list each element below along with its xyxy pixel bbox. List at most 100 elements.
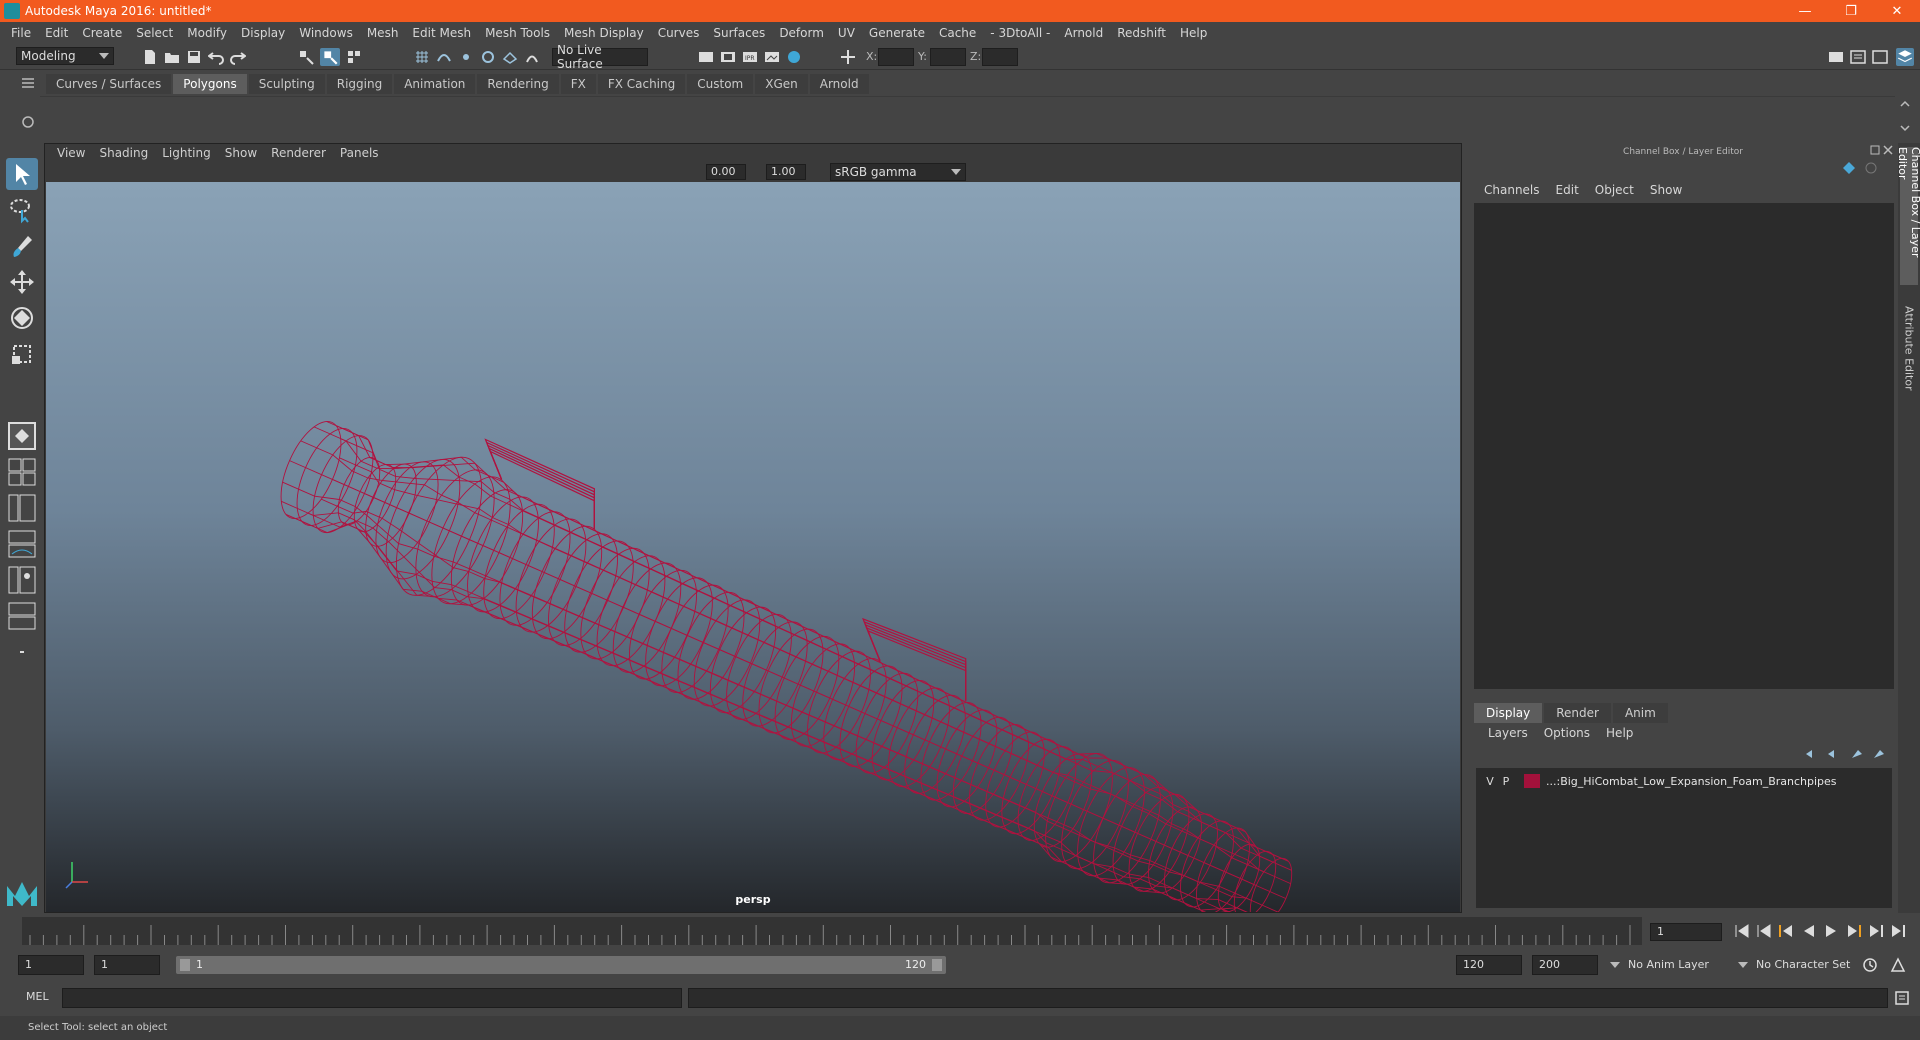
animation-preferences-icon[interactable] bbox=[1890, 957, 1906, 973]
select-by-component-icon[interactable] bbox=[346, 49, 362, 65]
checker-icon[interactable] bbox=[850, 103, 876, 129]
menuset-dropdown[interactable]: Modeling bbox=[16, 47, 114, 65]
range-start-handle[interactable] bbox=[180, 959, 190, 971]
render-view-icon[interactable] bbox=[764, 49, 780, 65]
channel-box-menu-object[interactable]: Object bbox=[1587, 183, 1642, 197]
current-frame-field[interactable]: 1 bbox=[1650, 923, 1722, 941]
select-tool-button[interactable] bbox=[6, 158, 38, 190]
viewport-menu-show[interactable]: Show bbox=[218, 146, 264, 160]
grease-pencil-icon[interactable] bbox=[118, 165, 132, 179]
mel-label[interactable]: MEL bbox=[26, 990, 49, 1003]
snap-to-curve-icon[interactable] bbox=[436, 49, 452, 65]
cylindrical-mapping-icon[interactable] bbox=[930, 103, 956, 129]
live-surface-field[interactable]: No Live Surface bbox=[552, 43, 648, 71]
open-scene-icon[interactable] bbox=[164, 49, 180, 65]
multi-cut-icon[interactable] bbox=[562, 103, 588, 129]
layout-options-button[interactable] bbox=[6, 636, 38, 668]
hypershade-icon[interactable] bbox=[786, 49, 802, 65]
shelf-tab-arnold[interactable]: Arnold bbox=[809, 74, 869, 94]
cut-uv-icon[interactable] bbox=[1110, 103, 1136, 129]
render-settings-icon[interactable] bbox=[698, 49, 714, 65]
shelf-tab-polygons[interactable]: Polygons bbox=[173, 74, 247, 94]
shelf-tab-curves-surfaces[interactable]: Curves / Surfaces bbox=[46, 74, 172, 94]
z-coordinate-field[interactable] bbox=[982, 48, 1018, 66]
shelf-menu-icon[interactable] bbox=[20, 76, 36, 90]
scale-tool-button[interactable] bbox=[6, 338, 38, 370]
layer-color-swatch[interactable] bbox=[1524, 774, 1540, 788]
poly-plane-icon[interactable] bbox=[194, 103, 220, 129]
render-current-frame-icon[interactable] bbox=[720, 49, 736, 65]
bridge-icon[interactable] bbox=[634, 103, 660, 129]
separate-icon[interactable] bbox=[382, 103, 408, 129]
menu-mesh[interactable]: Mesh bbox=[360, 26, 406, 40]
move-tool-button[interactable] bbox=[6, 266, 38, 298]
layer-action-icons[interactable] bbox=[1802, 747, 1888, 761]
redo-icon[interactable] bbox=[230, 49, 246, 65]
poly-cube-icon[interactable] bbox=[86, 103, 112, 129]
wireframe-icon[interactable] bbox=[272, 165, 286, 179]
tab-attribute-editor[interactable]: Attribute Editor bbox=[1900, 303, 1918, 393]
layer-menu-options[interactable]: Options bbox=[1536, 726, 1598, 740]
hypershade-layout-button[interactable] bbox=[6, 564, 38, 596]
single-perspective-layout-button[interactable] bbox=[6, 420, 38, 452]
color-management-icon[interactable] bbox=[812, 165, 826, 179]
new-scene-icon[interactable] bbox=[142, 49, 158, 65]
snap-to-point-icon[interactable] bbox=[458, 49, 474, 65]
menu-3dtoall[interactable]: - 3DtoAll - bbox=[983, 26, 1057, 40]
close-button[interactable]: ✕ bbox=[1874, 0, 1920, 22]
bounding-box-icon[interactable] bbox=[742, 103, 768, 129]
smooth-icon[interactable] bbox=[454, 103, 480, 129]
ipr-render-icon[interactable]: IPR bbox=[742, 49, 758, 65]
four-view-layout-button[interactable] bbox=[6, 456, 38, 488]
average-vertices-icon[interactable] bbox=[490, 103, 516, 129]
shelf-tab-custom[interactable]: Custom bbox=[687, 74, 754, 94]
uv-snapshot-icon[interactable] bbox=[814, 103, 840, 129]
layer-menu-layers[interactable]: Layers bbox=[1480, 726, 1536, 740]
perspective-viewport[interactable]: persp bbox=[46, 182, 1460, 912]
exposure-icon[interactable] bbox=[686, 165, 700, 179]
merge-icon[interactable] bbox=[706, 103, 732, 129]
tool-settings-toggle-icon[interactable] bbox=[1872, 49, 1888, 65]
paint-select-tool-button[interactable] bbox=[6, 230, 38, 262]
anim-layer-dropdown[interactable]: No Anim Layer bbox=[1622, 955, 1742, 975]
menu-select[interactable]: Select bbox=[129, 26, 180, 40]
shelf-scroll-icon[interactable] bbox=[1898, 98, 1912, 134]
gamma-icon[interactable] bbox=[750, 165, 764, 179]
viewport-menu-shading[interactable]: Shading bbox=[92, 146, 155, 160]
layer-menu-help[interactable]: Help bbox=[1598, 726, 1641, 740]
menu-edit-mesh[interactable]: Edit Mesh bbox=[405, 26, 478, 40]
menu-mesh-display[interactable]: Mesh Display bbox=[557, 26, 651, 40]
menu-curves[interactable]: Curves bbox=[651, 26, 707, 40]
channel-box-toggle-icon[interactable] bbox=[1896, 48, 1914, 66]
channel-box-icon[interactable] bbox=[1842, 161, 1856, 175]
menu-generate[interactable]: Generate bbox=[862, 26, 932, 40]
viewport-menu-lighting[interactable]: Lighting bbox=[155, 146, 218, 160]
channel-box-menu-show[interactable]: Show bbox=[1642, 183, 1690, 197]
layer-editor-icon[interactable] bbox=[1864, 161, 1878, 175]
shelf-tab-xgen[interactable]: XGen bbox=[755, 74, 808, 94]
menu-surfaces[interactable]: Surfaces bbox=[706, 26, 772, 40]
undo-icon[interactable] bbox=[208, 49, 224, 65]
chevron-down-icon[interactable] bbox=[1610, 962, 1620, 968]
safe-action-icon[interactable] bbox=[246, 165, 260, 179]
character-set-dropdown[interactable]: No Character Set bbox=[1750, 955, 1874, 975]
layer-tab-display[interactable]: Display bbox=[1474, 703, 1543, 723]
poly-sphere-icon[interactable] bbox=[50, 103, 76, 129]
smooth-shade-icon[interactable] bbox=[289, 165, 303, 179]
textured-icon[interactable] bbox=[323, 165, 337, 179]
branchpipe-wireframe-mesh[interactable] bbox=[269, 413, 1301, 912]
extract-icon[interactable] bbox=[418, 103, 444, 129]
shelf-tab-animation[interactable]: Animation bbox=[394, 74, 476, 94]
xray-icon[interactable] bbox=[477, 165, 491, 179]
wireframe-on-shaded-icon[interactable] bbox=[306, 165, 320, 179]
image-plane-icon[interactable] bbox=[101, 165, 115, 179]
select-by-hierarchy-icon[interactable] bbox=[298, 49, 314, 65]
channel-box-menu-edit[interactable]: Edit bbox=[1548, 183, 1587, 197]
shelf-tab-sculpting[interactable]: Sculpting bbox=[248, 74, 325, 94]
automatic-mapping-icon[interactable] bbox=[1002, 103, 1028, 129]
layer-tab-anim[interactable]: Anim bbox=[1612, 703, 1668, 723]
unfold-icon[interactable] bbox=[1038, 103, 1064, 129]
mirror-icon[interactable] bbox=[526, 103, 552, 129]
camera-pan-icon[interactable] bbox=[135, 165, 149, 179]
grid-toggle-icon[interactable] bbox=[161, 165, 175, 179]
